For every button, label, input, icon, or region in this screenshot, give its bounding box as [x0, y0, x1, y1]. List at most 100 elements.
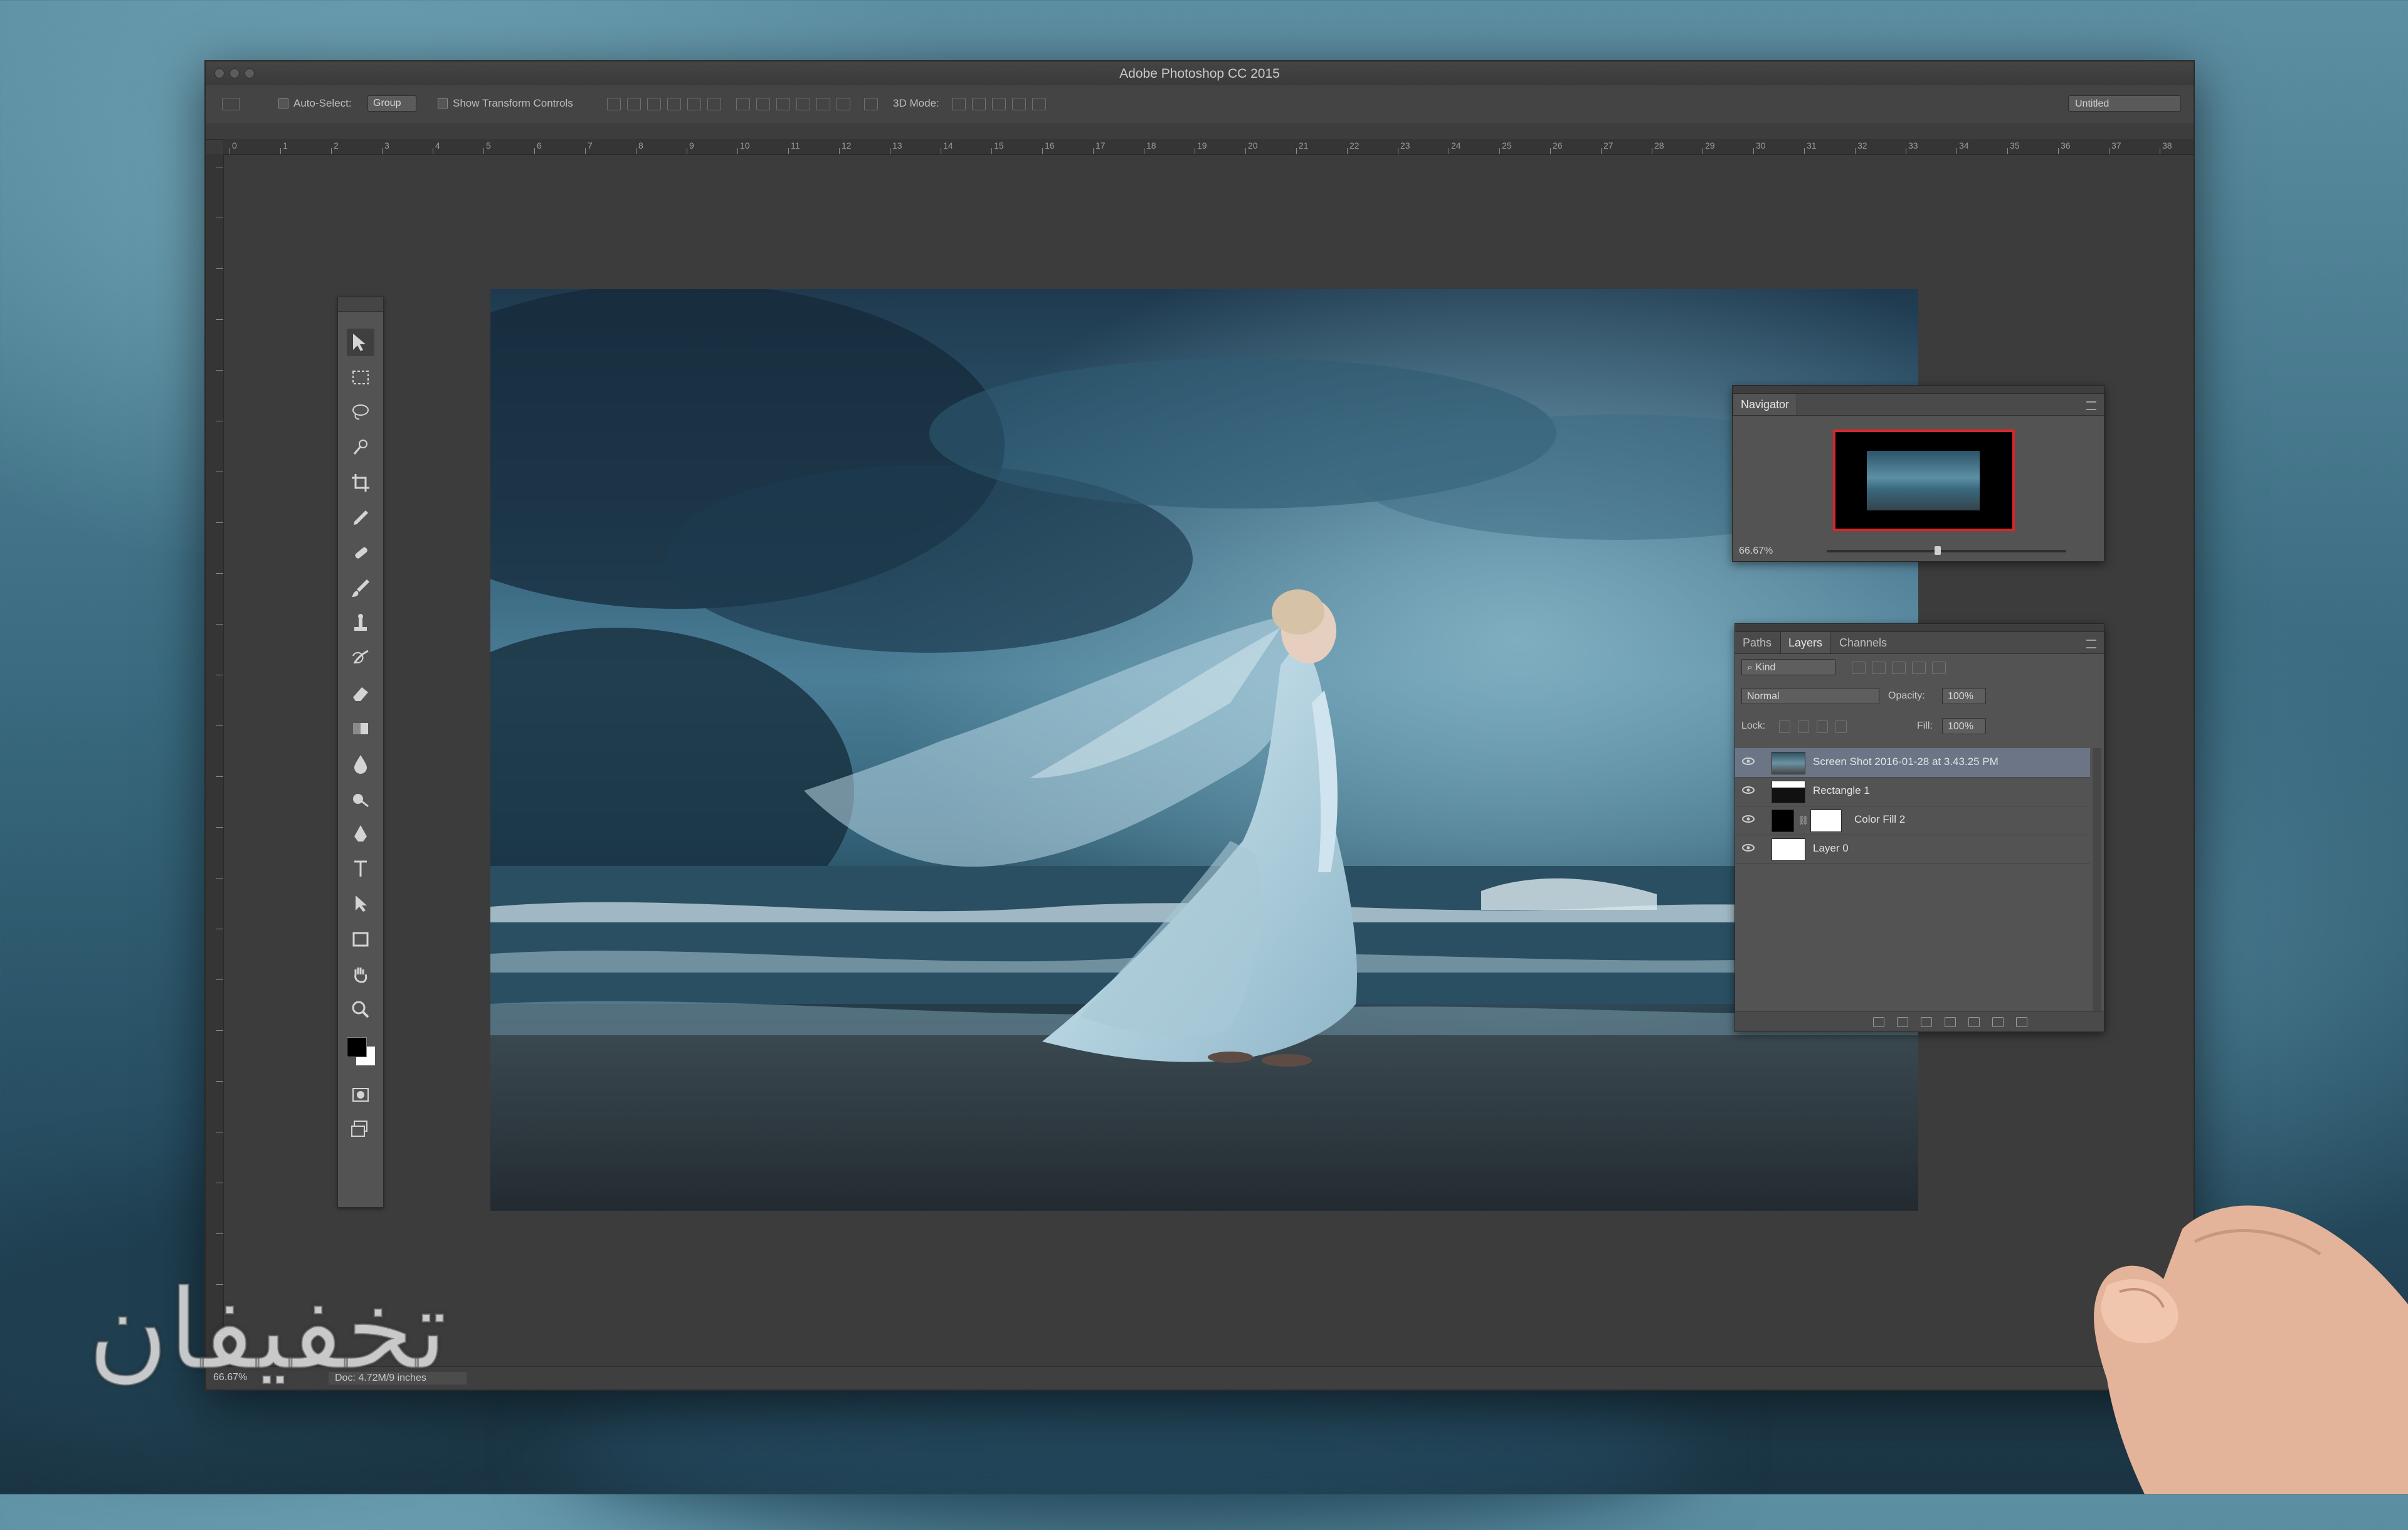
auto-select-checkbox[interactable]	[278, 98, 288, 108]
align-top-icon[interactable]	[607, 98, 621, 110]
visibility-eye-icon[interactable]	[1741, 843, 1755, 853]
layers-panel-grip[interactable]	[1735, 624, 2104, 632]
move-tool-preset-icon[interactable]	[222, 98, 240, 110]
visibility-eye-icon[interactable]	[1741, 785, 1755, 795]
lock-transparent-pixels-icon[interactable]	[1779, 720, 1790, 733]
ruler-tick	[382, 148, 383, 154]
navigator-preview[interactable]	[1833, 430, 2015, 531]
lock-all-icon[interactable]	[1835, 720, 1847, 733]
clone-stamp-tool-icon-glyph	[354, 614, 367, 631]
hand-tool-icon-glyph	[354, 968, 367, 983]
filter-adjustment-icon[interactable]	[1872, 662, 1886, 674]
transform-controls-checkbox[interactable]	[438, 98, 448, 108]
transform-controls-label: Show Transform Controls	[453, 97, 573, 109]
marquee-tool-icon[interactable]	[347, 364, 374, 391]
blend-mode-dropdown[interactable]: Normal	[1741, 688, 1879, 704]
lock-position-icon[interactable]	[1817, 720, 1828, 733]
quick-selection-tool-icon-glyph	[353, 440, 367, 455]
new-layer-icon[interactable]	[1992, 1017, 2004, 1027]
3d-roll-icon[interactable]	[972, 98, 986, 110]
filter-shape-icon[interactable]	[1912, 662, 1926, 674]
pen-tool-icon[interactable]	[347, 820, 374, 848]
zoom-tool-icon[interactable]	[347, 996, 374, 1023]
ruler-number: 24	[1451, 140, 1461, 150]
ruler-number: 14	[943, 140, 953, 150]
filter-smart-object-icon[interactable]	[1932, 662, 1946, 674]
blur-tool-icon[interactable]	[347, 750, 374, 778]
healing-brush-tool-icon[interactable]	[347, 539, 374, 567]
auto-align-icon[interactable]	[864, 98, 878, 110]
visibility-eye-icon[interactable]	[1741, 814, 1755, 824]
foreground-color-swatch[interactable]	[347, 1037, 367, 1057]
align-vcenter-icon[interactable]	[627, 98, 641, 110]
opacity-input[interactable]: 100%	[1942, 688, 1986, 704]
adjustment-layer-icon[interactable]	[1945, 1017, 1956, 1027]
tab-paths[interactable]: Paths	[1735, 632, 1779, 653]
filter-pixel-icon[interactable]	[1852, 662, 1866, 674]
clone-stamp-tool-icon[interactable]	[347, 609, 374, 637]
align-bottom-icon[interactable]	[647, 98, 661, 110]
layer-row[interactable]: Rectangle 1	[1735, 777, 2090, 806]
navigator-panel-grip[interactable]	[1733, 386, 2104, 394]
ruler-tick	[216, 319, 223, 320]
lock-image-pixels-icon[interactable]	[1798, 720, 1809, 733]
distribute-bottom-icon[interactable]	[776, 98, 790, 110]
3d-slide-icon[interactable]	[1012, 98, 1026, 110]
filter-type-icon[interactable]	[1892, 662, 1906, 674]
dodge-tool-icon[interactable]	[347, 785, 374, 813]
layer-row[interactable]: Screen Shot 2016-01-28 at 3.43.25 PM	[1735, 748, 2090, 778]
3d-pan-icon[interactable]	[992, 98, 1006, 110]
eyedropper-tool-icon[interactable]	[347, 504, 374, 532]
navigator-panel-menu-icon[interactable]	[2086, 401, 2096, 410]
layer-row[interactable]: ⛓ Color Fill 2	[1735, 806, 2090, 835]
align-right-icon[interactable]	[707, 98, 721, 110]
shape-tool-icon[interactable]	[347, 926, 374, 953]
add-mask-icon[interactable]	[1921, 1017, 1932, 1027]
new-group-icon[interactable]	[1968, 1017, 1980, 1027]
distribute-hcenter-icon[interactable]	[816, 98, 830, 110]
lasso-tool-icon[interactable]	[347, 399, 374, 426]
distribute-vcenter-icon[interactable]	[756, 98, 770, 110]
align-hcenter-icon[interactable]	[687, 98, 701, 110]
distribute-left-icon[interactable]	[796, 98, 810, 110]
layer-row[interactable]: Layer 0	[1735, 835, 2090, 864]
layer-filter-kind-dropdown[interactable]: ⌕ Kind	[1741, 659, 1835, 675]
3d-rotate-icon[interactable]	[952, 98, 966, 110]
gradient-tool-icon[interactable]	[347, 715, 374, 742]
history-brush-tool-icon[interactable]	[347, 645, 374, 672]
3d-scale-icon[interactable]	[1032, 98, 1046, 110]
layer-style-icon[interactable]	[1897, 1017, 1908, 1027]
navigator-zoom-slider[interactable]	[1827, 546, 2066, 555]
tools-panel-header[interactable]	[338, 297, 383, 312]
vertical-ruler[interactable]	[206, 154, 224, 1367]
navigator-zoom-value[interactable]: 66.67%	[1739, 546, 1773, 557]
move-tool-icon[interactable]	[347, 329, 374, 356]
distribute-right-icon[interactable]	[837, 98, 850, 110]
quick-selection-tool-icon[interactable]	[347, 434, 374, 462]
navigator-zoom-slider-handle[interactable]	[1934, 546, 1941, 555]
screen-mode-button[interactable]	[347, 1115, 374, 1142]
tab-channels[interactable]: Channels	[1832, 632, 1894, 653]
align-left-icon[interactable]	[667, 98, 681, 110]
hand-tool-icon[interactable]	[347, 961, 374, 988]
tab-navigator[interactable]: Navigator	[1733, 394, 1798, 415]
path-selection-tool-icon[interactable]	[347, 890, 374, 918]
quick-mask-button[interactable]	[347, 1081, 374, 1109]
eraser-tool-icon[interactable]	[347, 680, 374, 707]
horizontal-ruler[interactable]: 0 1 2 3 4 5 6 7 8 9 10 11 12 13 14 15 16 17 18 19 20 21 22 23 24…	[223, 139, 2194, 155]
tab-layers[interactable]: Layers	[1780, 632, 1831, 653]
layers-panel-menu-icon[interactable]	[2086, 640, 2096, 648]
distribute-top-icon[interactable]	[736, 98, 750, 110]
link-layers-icon[interactable]	[1873, 1017, 1884, 1027]
visibility-eye-icon[interactable]	[1741, 756, 1755, 766]
auto-select-dropdown[interactable]: Group	[367, 95, 416, 112]
mask-link-icon[interactable]: ⛓	[1798, 815, 1809, 826]
workspace-dropdown[interactable]: Untitled	[2068, 95, 2181, 112]
fill-input[interactable]: 100%	[1942, 718, 1986, 734]
trash-icon[interactable]	[2016, 1017, 2027, 1027]
crop-tool-icon[interactable]	[347, 469, 374, 497]
layers-scrollbar[interactable]	[2093, 748, 2101, 1011]
brush-tool-icon[interactable]	[347, 574, 374, 602]
canvas-photo[interactable]	[490, 289, 1918, 1211]
type-tool-icon[interactable]	[347, 855, 374, 883]
